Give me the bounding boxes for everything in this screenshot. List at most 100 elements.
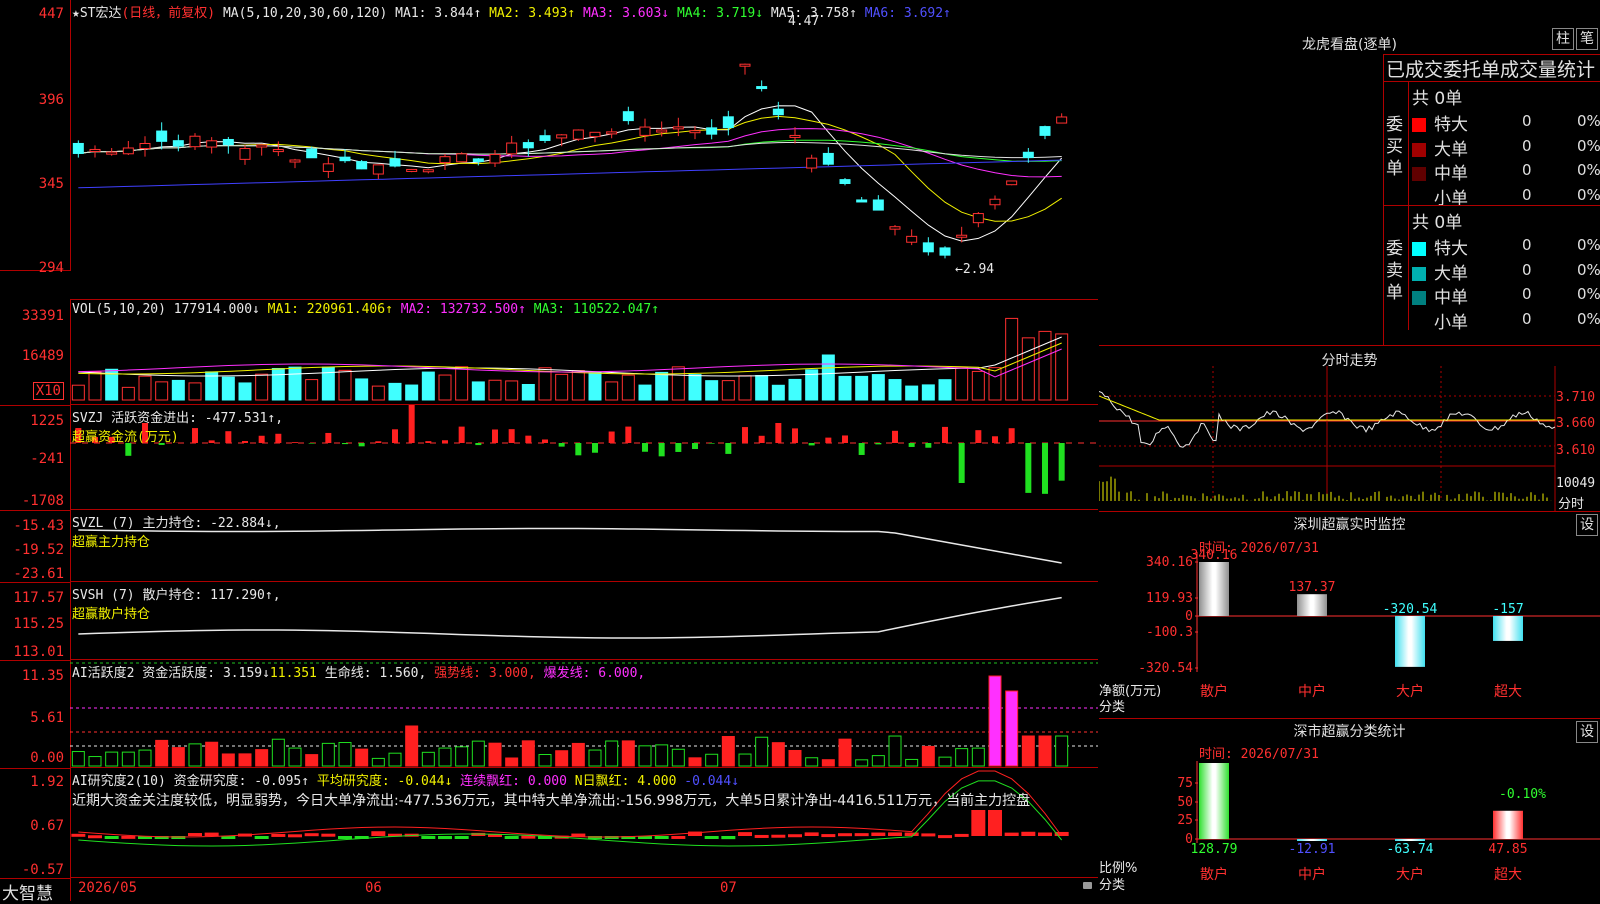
vol-bar xyxy=(672,367,684,400)
sh-stat-panel[interactable]: 深市超赢分类统计 设 时间: 2026/07/31 7550250128.79散… xyxy=(1099,719,1600,900)
research-bar xyxy=(321,834,335,837)
axis-label: 117.57 xyxy=(13,590,64,606)
axis-label: -1708 xyxy=(22,493,64,509)
flow-bar xyxy=(342,443,348,444)
vol-bar xyxy=(522,384,534,400)
activity-bar xyxy=(472,741,484,766)
activity-bar xyxy=(539,755,551,766)
research-bar xyxy=(755,835,769,838)
candle-body xyxy=(290,160,300,162)
candle-body xyxy=(123,148,133,154)
axis-label: 1.92 xyxy=(30,774,64,790)
color-swatch-icon xyxy=(1412,167,1426,181)
research-bar xyxy=(1005,833,1019,836)
value-bar xyxy=(1395,839,1425,841)
flow-bar xyxy=(625,427,631,443)
activity-bar xyxy=(672,749,684,766)
ma-label: MA(5,10,20,30,60,120) xyxy=(223,6,387,21)
candle-body xyxy=(623,112,633,121)
sell-row-count: 0 xyxy=(1522,236,1532,254)
buy-row-label: 特大 xyxy=(1434,115,1468,135)
ai2-summary: 近期大资金关注度较低，明显弱势，今日大单净流出:-477.536万元，其中特大单… xyxy=(72,790,1098,810)
flow-bar xyxy=(709,443,715,444)
candle-body xyxy=(990,199,1000,204)
vol-bar xyxy=(589,372,601,400)
axis-label: 0.67 xyxy=(30,818,64,834)
vol-ma-line xyxy=(78,337,1061,376)
sh-bar-chart: 7550250128.79散户-12.91中户-63.74大户47.85超大 xyxy=(1099,719,1600,900)
intraday-vol-label: 10049 xyxy=(1556,476,1595,491)
flow-bar xyxy=(1059,443,1065,481)
research-bar xyxy=(455,836,469,839)
sell-row-count: 0 xyxy=(1522,310,1532,328)
research-bar xyxy=(121,836,135,839)
lock-icon[interactable] xyxy=(1083,882,1092,889)
activity-bar xyxy=(606,741,618,766)
sell-section: 委卖单 共 0单 特大00%大单00%中单00%小单00% xyxy=(1384,205,1600,346)
bar-axis-label: -320.54 xyxy=(1138,661,1193,676)
sz-monitor-panel[interactable]: 深圳超赢实时监控 设 时间: 2026/07/31 340.16119.930-… xyxy=(1099,512,1600,719)
sell-total: 共 0单 xyxy=(1412,208,1462,233)
candle-body xyxy=(173,141,183,146)
activity-bar xyxy=(272,739,284,766)
x-label: 07 xyxy=(720,880,737,896)
bar-mode-button[interactable]: 柱 xyxy=(1552,28,1574,50)
vol-bar xyxy=(556,374,568,400)
flow-bar xyxy=(492,429,498,443)
stock-title: ★ST宏达 xyxy=(72,6,121,21)
intraday-panel[interactable]: 分时走势 3.710 3.660 3.610 10049 分时 xyxy=(1099,346,1600,512)
flow-bar xyxy=(475,443,481,445)
kline-panel[interactable] xyxy=(70,0,1098,300)
activity-bar xyxy=(989,676,1001,766)
candle-body xyxy=(490,154,500,163)
vol-axis: 33391 16489 X10 xyxy=(0,300,71,406)
axis-label: -19.52 xyxy=(13,542,64,558)
activity-bar xyxy=(872,756,884,766)
activity-bar xyxy=(822,760,834,766)
research-bar xyxy=(955,834,969,837)
flow-bar xyxy=(1025,443,1031,493)
vol-bar xyxy=(1056,334,1068,400)
price-axis: 447 396 345 294 xyxy=(0,0,71,271)
vol-bar xyxy=(256,374,268,400)
intraday-axis-label: 3.660 xyxy=(1556,416,1595,431)
ai2-legend: AI研究度2(10) 资金研究度: -0.095↑ 平均研究度: -0.044↓… xyxy=(72,770,739,789)
sh-top-label: -0.10% xyxy=(1499,787,1546,802)
flow-bar xyxy=(859,443,865,455)
vol-bar xyxy=(939,380,951,400)
vol-bar xyxy=(539,368,551,400)
color-swatch-icon xyxy=(1412,242,1426,256)
axis-label: 447 xyxy=(39,6,64,22)
candle-body xyxy=(273,150,283,152)
vol-bar xyxy=(356,379,368,400)
candle-body xyxy=(223,139,233,144)
tick-mode-button[interactable]: 笔 xyxy=(1576,28,1598,50)
bar-axis-label: 75 xyxy=(1177,776,1193,791)
activity-bar xyxy=(106,752,118,766)
vol-bar xyxy=(656,372,668,400)
vol-bar xyxy=(472,382,484,400)
buy-row-pct: 0% xyxy=(1577,137,1600,155)
ma-line xyxy=(78,106,1061,241)
research-bar xyxy=(721,836,735,839)
research-bar xyxy=(671,836,685,839)
ai1-v3: 生命线: 1.560, xyxy=(325,666,427,681)
candle-body xyxy=(307,149,317,158)
activity-bar xyxy=(856,760,868,766)
flow-bar xyxy=(359,443,365,446)
svzl-label: SVZL (7) 主力持仓: -22.884↓, xyxy=(72,512,281,531)
high-marker: 4.47 xyxy=(788,14,819,29)
activity-bar xyxy=(789,750,801,766)
candle-body xyxy=(790,135,800,137)
category-label: 散户 xyxy=(1200,683,1228,700)
axis-label: 115.25 xyxy=(13,616,64,632)
candle-body xyxy=(1040,127,1050,136)
svzj-label: SVZJ 活跃资金进出: -477.531↑, xyxy=(72,407,283,426)
vol-bar xyxy=(1022,338,1034,400)
svsh-label: SVSH (7) 散户持仓: 117.290↑, xyxy=(72,584,281,603)
activity-bar xyxy=(656,745,668,766)
flow-bar xyxy=(542,439,548,443)
research-bar xyxy=(255,836,269,839)
vol-bar xyxy=(1039,331,1051,400)
value-bar xyxy=(1199,562,1229,616)
